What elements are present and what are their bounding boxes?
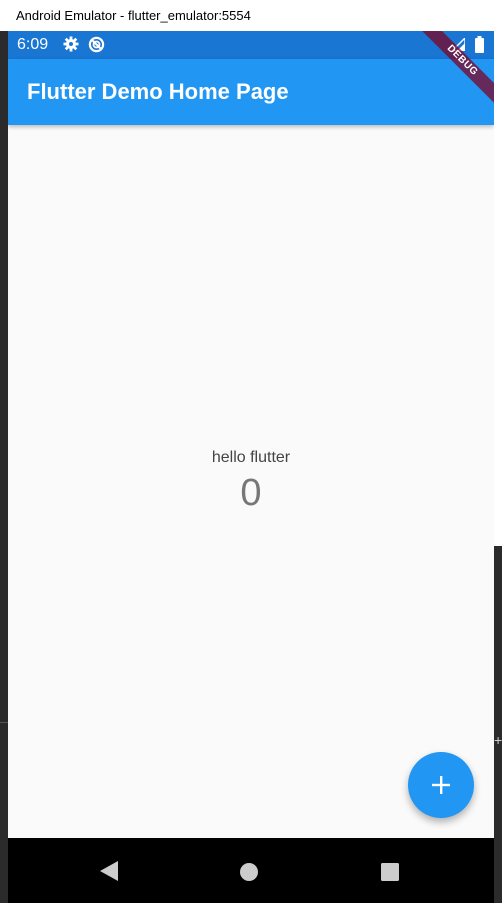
gear-icon [63, 36, 79, 52]
status-time: 6:09 [17, 36, 49, 53]
add-icon [432, 776, 450, 794]
hello-label: hello flutter [211, 449, 291, 466]
sync-icon [88, 36, 105, 53]
app-bar: Flutter Demo Home Page [8, 59, 494, 125]
window-title: Android Emulator - flutter_emulator:5554 [16, 8, 251, 23]
back-icon[interactable] [100, 861, 118, 881]
window-titlebar[interactable]: Android Emulator - flutter_emulator:5554 [0, 0, 502, 31]
navigation-bar [8, 838, 494, 903]
recents-icon[interactable] [381, 863, 399, 881]
counter-section: hello flutter 0 [8, 445, 494, 515]
emulator-window: Android Emulator - flutter_emulator:5554… [0, 0, 502, 903]
background-window-strip [494, 31, 502, 546]
page-title: Flutter Demo Home Page [27, 79, 289, 104]
background-window-divider [0, 722, 8, 723]
device-screen: 6:09 Flutter Demo Home Page DEBUG hello … [8, 31, 494, 903]
battery-icon [475, 36, 484, 53]
increment-button[interactable] [408, 752, 474, 818]
status-bar: 6:09 [8, 31, 494, 59]
home-icon[interactable] [240, 863, 258, 881]
counter-value: 0 [240, 472, 262, 514]
background-window-plus: + [494, 732, 502, 748]
